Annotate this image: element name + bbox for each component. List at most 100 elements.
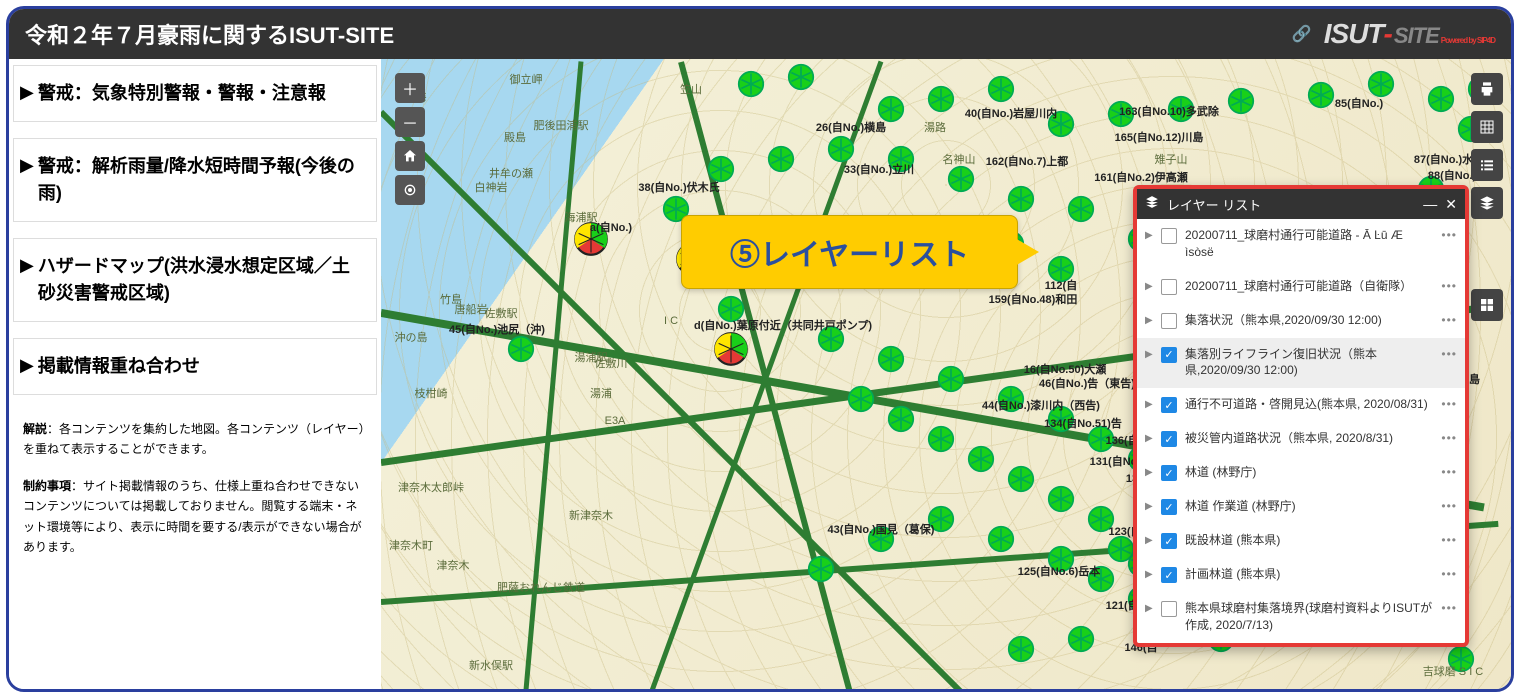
close-button[interactable]: ✕ [1445,196,1457,213]
layer-row[interactable]: ▶林道 (林野庁)••• [1137,456,1465,490]
sidebar-item-weather-alert[interactable]: ▶ 警戒：気象特別警報・警報・注意報 [13,65,377,122]
zoom-in-button[interactable]: ＋ [395,73,425,103]
map-marker-ok[interactable] [1307,81,1335,109]
layer-checkbox[interactable] [1161,397,1177,413]
layer-checkbox[interactable] [1161,465,1177,481]
layer-more-button[interactable]: ••• [1441,279,1457,293]
layer-row[interactable]: ▶集落別ライフライン復旧状況（熊本県,2020/09/30 12:00)••• [1137,338,1465,389]
layer-row[interactable]: ▶熊本県球磨村集落境界(球磨村資料よりISUTが作成, 2020/7/13)••… [1137,592,1465,643]
map-marker-alert[interactable] [713,331,749,367]
layer-row[interactable]: ▶20200711_球磨村通行可能道路（自衛隊）••• [1137,270,1465,304]
map-marker-ok[interactable] [1067,625,1095,653]
map-marker-ok[interactable] [767,145,795,173]
layer-row[interactable]: ▶通行不可道路・啓開見込(熊本県, 2020/08/31)••• [1137,388,1465,422]
expand-icon[interactable]: ▶ [1145,433,1153,444]
layer-checkbox[interactable] [1161,313,1177,329]
expand-icon[interactable]: ▶ [1145,281,1153,292]
map-marker-ok[interactable] [927,425,955,453]
expand-icon[interactable]: ▶ [1145,349,1153,360]
layer-more-button[interactable]: ••• [1441,465,1457,479]
map-marker-ok[interactable] [827,135,855,163]
map-place-label: 津奈木太郎峠 [398,479,464,495]
layer-more-button[interactable]: ••• [1441,347,1457,361]
layer-more-button[interactable]: ••• [1441,397,1457,411]
expand-icon[interactable]: ▶ [1145,501,1153,512]
home-button[interactable] [395,141,425,171]
locate-button[interactable] [395,175,425,205]
layer-row[interactable]: ▶林道 作業道 (林野庁)••• [1137,490,1465,524]
layer-row[interactable]: ▶ 計画林道 (熊本県) ••• [1137,558,1465,592]
map-marker-ok[interactable] [937,365,965,393]
basemap-button[interactable] [1471,289,1503,321]
expand-icon[interactable]: ▶ [1145,467,1153,478]
layer-list[interactable]: ▶20200711_球磨村通行可能道路 - Ā Ŀū Æ ìsòsë•••▶20… [1137,219,1465,643]
layers-button[interactable] [1471,187,1503,219]
map-marker-ok[interactable] [737,70,765,98]
layer-row[interactable]: ▶20200711_球磨村通行可能道路 - Ā Ŀū Æ ìsòsë••• [1137,219,1465,270]
map-marker-ok[interactable] [1427,85,1455,113]
layer-more-button[interactable]: ••• [1441,533,1457,547]
layer-more-button[interactable]: ••• [1441,601,1457,615]
layer-checkbox[interactable] [1161,279,1177,295]
map-marker-ok[interactable] [887,405,915,433]
expand-icon[interactable]: ▶ [1145,315,1153,326]
list-button[interactable] [1471,149,1503,181]
zoom-out-button[interactable]: － [395,107,425,137]
map-marker-ok[interactable] [1007,465,1035,493]
map-marker-ok[interactable] [807,555,835,583]
layer-row[interactable]: ▶既設林道 (熊本県)••• [1137,524,1465,558]
sidebar-item-overlay[interactable]: ▶ 掲載情報重ね合わせ [13,338,377,395]
sidebar-item-rainfall[interactable]: ▶ 警戒：解析雨量/降水短時間予報(今後の雨) [13,138,377,222]
map-canvas[interactable]: ＋ － [381,59,1511,689]
expand-icon[interactable]: ▶ [1145,399,1153,410]
expand-icon[interactable]: ▶ [1145,603,1153,614]
layer-more-button[interactable]: ••• [1441,431,1457,445]
layer-checkbox[interactable] [1161,533,1177,549]
link-icon[interactable]: 🔗 [1292,24,1312,44]
layer-checkbox[interactable] [1161,499,1177,515]
chevron-right-icon: ▶ [20,255,34,276]
map-place-label: 殿島 [504,129,526,145]
map-marker-ok[interactable] [787,63,815,91]
layer-more-button[interactable]: ••• [1441,567,1457,581]
map-marker-ok[interactable] [1007,635,1035,663]
layer-panel-header[interactable]: レイヤー リスト — ✕ [1137,189,1465,219]
layer-checkbox[interactable] [1161,431,1177,447]
layer-row[interactable]: ▶被災管内道路状況（熊本県, 2020/8/31)••• [1137,422,1465,456]
map-marker-ok[interactable] [1227,87,1255,115]
layer-more-button[interactable]: ••• [1441,313,1457,327]
map-marker-ok[interactable] [927,85,955,113]
layer-more-button[interactable]: ••• [1441,228,1457,242]
expand-icon[interactable]: ▶ [1145,535,1153,546]
layer-checkbox[interactable] [1161,228,1177,244]
logo-site: SITE [1394,23,1439,49]
map-marker-ok[interactable] [847,385,875,413]
grid-button[interactable] [1471,111,1503,143]
callout-text: ⑤レイヤーリスト [730,239,969,272]
map-marker-ok[interactable] [987,525,1015,553]
layer-label: 計画林道 (熊本県) [1185,566,1433,583]
expand-icon[interactable]: ▶ [1145,569,1153,580]
map-marker-ok[interactable] [967,445,995,473]
map-marker-label: 46(自No.)告（東告) [1039,375,1135,391]
minimize-button[interactable]: — [1423,196,1437,212]
map-marker-ok[interactable] [1007,185,1035,213]
layer-checkbox[interactable] [1161,601,1177,617]
map-place-label: 新津奈木 [569,507,613,523]
map-marker-ok[interactable] [507,335,535,363]
layer-more-button[interactable]: ••• [1441,499,1457,513]
layer-checkbox[interactable] [1161,347,1177,363]
layers-icon [1479,195,1495,211]
layer-row[interactable]: ▶集落状況（熊本県,2020/09/30 12:00)••• [1137,304,1465,338]
map-marker-ok[interactable] [1047,485,1075,513]
print-button[interactable] [1471,73,1503,105]
map-marker-ok[interactable] [877,345,905,373]
sidebar-item-hazard-map[interactable]: ▶ ハザードマップ(洪水浸水想定区域／土砂災害警戒区域) [13,238,377,322]
layer-checkbox[interactable] [1161,567,1177,583]
map-marker-ok[interactable] [1067,195,1095,223]
expand-icon[interactable]: ▶ [1145,230,1153,241]
map-marker-ok[interactable] [1367,70,1395,98]
map-place-label: 新水俣駅 [469,657,513,673]
map-marker-ok[interactable] [987,75,1015,103]
map-marker-ok[interactable] [947,165,975,193]
